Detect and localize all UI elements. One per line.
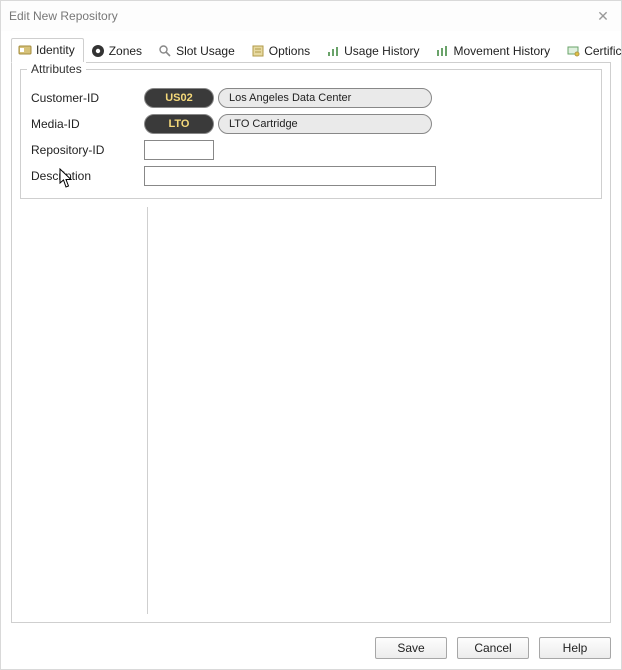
lower-left-column — [20, 207, 148, 614]
customer-name-pill[interactable]: Los Angeles Data Center — [218, 88, 432, 108]
lower-panel — [20, 207, 602, 614]
tab-content: Attributes Customer-ID US02 Los Angeles … — [11, 62, 611, 623]
help-button[interactable]: Help — [539, 637, 611, 659]
dialog-window: Edit New Repository ✕ Identity Zones Slo… — [0, 0, 622, 670]
tab-zones[interactable]: Zones — [84, 39, 151, 63]
label-description: Description — [31, 169, 136, 183]
options-icon — [251, 44, 265, 58]
tab-label: Certification — [584, 44, 622, 58]
repository-id-input[interactable] — [144, 140, 214, 160]
fieldset-legend: Attributes — [27, 62, 86, 76]
media-code-pill[interactable]: LTO — [144, 114, 214, 134]
tab-options[interactable]: Options — [244, 39, 319, 63]
tab-label: Usage History — [344, 44, 419, 58]
lower-right-column — [148, 207, 602, 614]
movement-icon — [435, 44, 449, 58]
customer-code-pill[interactable]: US02 — [144, 88, 214, 108]
window-title: Edit New Repository — [9, 9, 593, 23]
zones-icon — [91, 44, 105, 58]
row-media-id: Media-ID LTO LTO Cartridge — [31, 114, 591, 134]
description-input[interactable] — [144, 166, 436, 186]
titlebar: Edit New Repository ✕ — [1, 1, 621, 31]
tab-label: Slot Usage — [176, 44, 235, 58]
label-customer-id: Customer-ID — [31, 91, 136, 105]
tab-label: Zones — [109, 44, 142, 58]
label-repository-id: Repository-ID — [31, 143, 136, 157]
media-name-pill[interactable]: LTO Cartridge — [218, 114, 432, 134]
chart-icon — [326, 44, 340, 58]
tab-identity[interactable]: Identity — [11, 38, 84, 63]
tab-slot-usage[interactable]: Slot Usage — [151, 39, 244, 63]
certificate-icon — [566, 44, 580, 58]
row-customer-id: Customer-ID US02 Los Angeles Data Center — [31, 88, 591, 108]
search-icon — [158, 44, 172, 58]
identity-icon — [18, 43, 32, 57]
close-icon[interactable]: ✕ — [593, 6, 613, 26]
save-button[interactable]: Save — [375, 637, 447, 659]
tab-usage-history[interactable]: Usage History — [319, 39, 428, 63]
attributes-fieldset: Attributes Customer-ID US02 Los Angeles … — [20, 69, 602, 199]
tab-bar: Identity Zones Slot Usage Options Usage … — [1, 31, 621, 62]
tab-label: Options — [269, 44, 310, 58]
tab-certification[interactable]: Certification — [559, 39, 622, 63]
cancel-button[interactable]: Cancel — [457, 637, 529, 659]
tab-label: Movement History — [453, 44, 550, 58]
tab-movement-history[interactable]: Movement History — [428, 39, 559, 63]
row-description: Description — [31, 166, 591, 186]
row-repository-id: Repository-ID — [31, 140, 591, 160]
tab-label: Identity — [36, 43, 75, 57]
dialog-buttons: Save Cancel Help — [1, 631, 621, 669]
label-media-id: Media-ID — [31, 117, 136, 131]
